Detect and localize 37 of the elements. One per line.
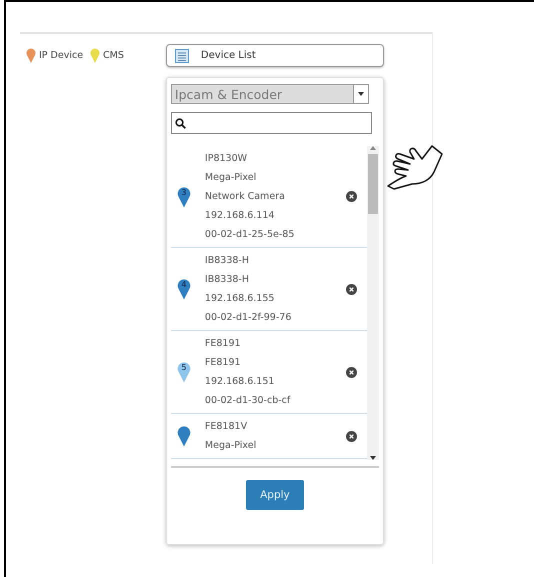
remove-icon[interactable] [346, 366, 357, 378]
device-detail: IP8130W [204, 152, 248, 166]
scroll-down-icon[interactable] [370, 456, 376, 460]
pin-number: 5 [180, 363, 188, 372]
pin-number: 4 [180, 280, 188, 289]
device-detail: FE8181V [204, 420, 248, 434]
remove-icon[interactable] [346, 430, 357, 442]
device-list-button[interactable]: Device List [166, 44, 384, 67]
device-detail: 192.168.6.155 [204, 292, 276, 306]
search-icon [174, 118, 186, 128]
scrollbar[interactable] [366, 146, 379, 460]
device-detail: IB8338-H [204, 254, 250, 268]
pin-number: 3 [180, 188, 188, 196]
device-detail: Network Camera [204, 190, 286, 204]
device-list-item[interactable]: 4 IB8338-H IB8338-H 192.168.6.155 00-02-d1-2f-99-76 [170, 248, 367, 331]
device-detail: 00-02-d1-25-5e-85 [204, 228, 296, 242]
search-field[interactable] [170, 112, 372, 134]
device-detail: 00-02-d1-2f-99-76 [204, 311, 292, 325]
device-detail: 00-02-d1-30-cb-cf [204, 394, 292, 408]
scroll-thumb[interactable] [368, 154, 378, 214]
device-detail: IB8338-H [204, 273, 250, 287]
device-list-item[interactable]: FE8181V Mega-Pixel [170, 414, 367, 459]
legend-label: IP Device [39, 50, 84, 60]
scroll-up-icon[interactable] [370, 146, 376, 150]
device-detail: Mega-Pixel [204, 439, 258, 453]
device-detail: Mega-Pixel [204, 171, 258, 185]
device-detail: FE8191 [204, 337, 242, 351]
legend-label: CMS [103, 50, 124, 60]
device-detail: 192.168.6.151 [204, 375, 276, 389]
remove-icon[interactable] [346, 284, 357, 294]
caret-icon [358, 92, 364, 96]
list-icon [174, 48, 189, 62]
device-list-item[interactable]: 5 FE8191 FE8191 192.168.6.151 00-02-d1-30-cb-cf [170, 331, 367, 414]
device-detail: FE8191 [204, 356, 242, 370]
apply-button[interactable]: Apply [246, 480, 304, 510]
remove-icon[interactable] [346, 191, 357, 202]
device-detail: 192.168.6.114 [204, 209, 276, 223]
